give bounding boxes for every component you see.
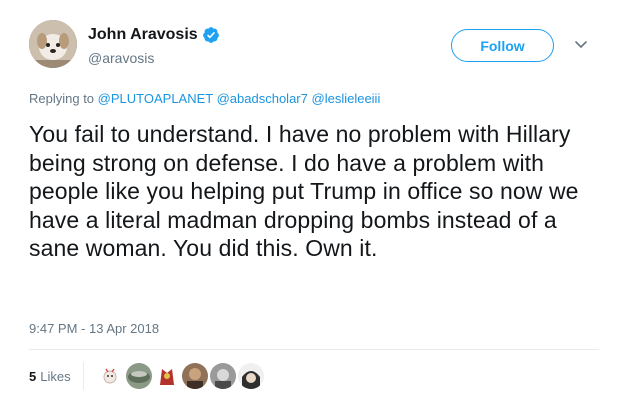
likes-label: Likes [40,368,71,384]
stats-separator [82,362,84,390]
liker-avatar[interactable] [125,363,152,389]
author-handle[interactable]: @aravosis [88,49,154,67]
liker-avatar[interactable] [97,363,124,389]
stats-divider [29,349,599,350]
reply-context: Replying to @PLUTOAPLANET @abadscholar7 … [29,91,380,107]
follow-button[interactable]: Follow [451,29,554,62]
reply-mention-link[interactable]: @leslieleeiii [312,91,381,106]
tweet-stats: 5 Likes [29,362,266,390]
tweet-text: You fail to understand. I have no proble… [29,121,579,261]
reply-mention-link[interactable]: @PLUTOAPLANET [98,91,213,106]
reply-mention-link[interactable]: @abadscholar7 [217,91,308,106]
chevron-down-icon[interactable] [573,38,589,52]
author-name-row: John Aravosis [88,25,220,45]
liker-avatar[interactable] [153,363,180,389]
tweet-timestamp[interactable]: 9:47 PM - 13 Apr 2018 [29,321,159,337]
likes-link[interactable]: 5 Likes [29,369,83,384]
liker-avatars [97,363,266,389]
reply-prefix: Replying to [29,91,95,106]
liker-avatar[interactable] [181,363,208,389]
liker-avatar[interactable] [209,363,236,389]
liker-avatar[interactable] [237,363,264,389]
author-avatar[interactable] [29,20,77,68]
verified-badge-icon [202,26,220,44]
likes-count: 5 [29,368,37,384]
author-display-name[interactable]: John Aravosis [88,25,198,45]
